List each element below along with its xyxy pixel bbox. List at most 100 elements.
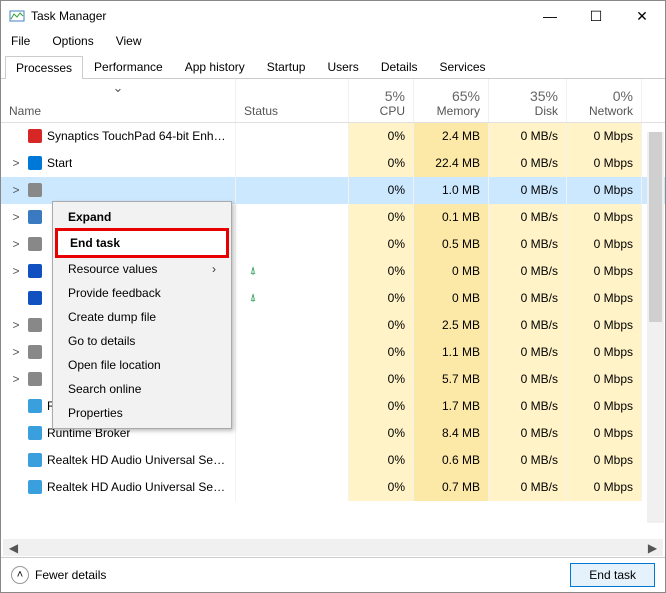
process-name: Realtek HD Audio Universal Serv... <box>47 480 227 494</box>
cell-cpu: 0% <box>349 393 414 420</box>
expand-icon[interactable]: > <box>9 156 23 170</box>
ctx-end-task[interactable]: End task <box>55 228 229 258</box>
cell-name: Realtek HD Audio Universal Serv... <box>1 447 236 474</box>
header-cpu[interactable]: 5% CPU <box>349 79 414 122</box>
cell-network: 0 Mbps <box>567 366 642 393</box>
cell-disk: 0 MB/s <box>489 231 567 258</box>
menu-file[interactable]: File <box>7 32 34 50</box>
cell-network: 0 Mbps <box>567 447 642 474</box>
cell-status <box>236 474 349 501</box>
ctx-go-to-details[interactable]: Go to details <box>56 329 228 353</box>
vertical-scrollbar[interactable] <box>647 132 664 523</box>
cell-cpu: 0% <box>349 312 414 339</box>
title-bar: Task Manager — ☐ ✕ <box>1 1 665 31</box>
header-name[interactable]: ⌄ Name <box>1 79 236 122</box>
process-icon <box>27 209 43 225</box>
process-row[interactable]: Realtek HD Audio Universal Serv...0%0.6 … <box>1 447 665 474</box>
cell-network: 0 Mbps <box>567 312 642 339</box>
cell-memory: 22.4 MB <box>414 150 489 177</box>
cell-disk: 0 MB/s <box>489 285 567 312</box>
scrollbar-thumb[interactable] <box>649 132 662 322</box>
menu-view[interactable]: View <box>112 32 146 50</box>
cell-cpu: 0% <box>349 231 414 258</box>
ctx-resource-values[interactable]: Resource values› <box>56 257 228 281</box>
cell-disk: 0 MB/s <box>489 366 567 393</box>
tab-details[interactable]: Details <box>370 55 429 78</box>
process-icon <box>27 155 43 171</box>
ctx-properties[interactable]: Properties <box>56 401 228 425</box>
ctx-provide-feedback[interactable]: Provide feedback <box>56 281 228 305</box>
cell-status <box>236 312 349 339</box>
fewer-details-toggle[interactable]: ˄ Fewer details <box>11 566 106 584</box>
cell-cpu: 0% <box>349 366 414 393</box>
cell-name: Synaptics TouchPad 64-bit Enha... <box>1 123 236 150</box>
tab-services[interactable]: Services <box>429 55 497 78</box>
cell-status <box>236 447 349 474</box>
expand-icon[interactable]: > <box>9 264 23 278</box>
cell-status <box>236 150 349 177</box>
process-row[interactable]: >Start0%22.4 MB0 MB/s0 Mbps <box>1 150 665 177</box>
cell-name: >Start <box>1 150 236 177</box>
tab-app-history[interactable]: App history <box>174 55 256 78</box>
tab-performance[interactable]: Performance <box>83 55 174 78</box>
menu-options[interactable]: Options <box>48 32 97 50</box>
cell-cpu: 0% <box>349 474 414 501</box>
cell-memory: 8.4 MB <box>414 420 489 447</box>
cell-network: 0 Mbps <box>567 150 642 177</box>
header-memory[interactable]: 65% Memory <box>414 79 489 122</box>
cell-name: > <box>1 177 236 204</box>
cell-memory: 0 MB <box>414 285 489 312</box>
maximize-button[interactable]: ☐ <box>573 1 619 31</box>
ctx-create-dump[interactable]: Create dump file <box>56 305 228 329</box>
process-icon <box>27 398 43 414</box>
tab-users[interactable]: Users <box>316 55 369 78</box>
tab-processes[interactable]: Processes <box>5 56 83 79</box>
expand-icon[interactable]: > <box>9 372 23 386</box>
cell-status: ⍋ <box>236 285 349 312</box>
cell-memory: 0 MB <box>414 258 489 285</box>
process-row[interactable]: >0%1.0 MB0 MB/s0 Mbps <box>1 177 665 204</box>
expand-icon[interactable]: > <box>9 345 23 359</box>
ctx-search-online[interactable]: Search online <box>56 377 228 401</box>
expand-icon[interactable]: > <box>9 237 23 251</box>
column-headers: ⌄ Name Status 5% CPU 65% Memory 35% Disk… <box>1 79 665 123</box>
horizontal-scrollbar[interactable]: ◀ ▶ <box>3 539 663 556</box>
cell-network: 0 Mbps <box>567 393 642 420</box>
cell-cpu: 0% <box>349 420 414 447</box>
cell-cpu: 0% <box>349 177 414 204</box>
cell-network: 0 Mbps <box>567 204 642 231</box>
cell-status <box>236 366 349 393</box>
cell-memory: 1.1 MB <box>414 339 489 366</box>
process-icon <box>27 236 43 252</box>
close-button[interactable]: ✕ <box>619 1 665 31</box>
process-icon <box>27 344 43 360</box>
process-row[interactable]: Realtek HD Audio Universal Serv...0%0.7 … <box>1 474 665 501</box>
tab-startup[interactable]: Startup <box>256 55 317 78</box>
cell-status <box>236 231 349 258</box>
cell-status <box>236 339 349 366</box>
header-status[interactable]: Status <box>236 79 349 122</box>
end-task-button[interactable]: End task <box>570 563 655 587</box>
cell-cpu: 0% <box>349 447 414 474</box>
cell-memory: 0.5 MB <box>414 231 489 258</box>
cell-disk: 0 MB/s <box>489 339 567 366</box>
cell-status <box>236 204 349 231</box>
process-row[interactable]: Synaptics TouchPad 64-bit Enha...0%2.4 M… <box>1 123 665 150</box>
minimize-button[interactable]: — <box>527 1 573 31</box>
process-icon <box>27 371 43 387</box>
cell-disk: 0 MB/s <box>489 393 567 420</box>
expand-icon[interactable]: > <box>9 318 23 332</box>
scroll-left-icon[interactable]: ◀ <box>5 539 22 556</box>
process-name: Synaptics TouchPad 64-bit Enha... <box>47 129 227 143</box>
cell-memory: 1.0 MB <box>414 177 489 204</box>
expand-icon[interactable]: > <box>9 183 23 197</box>
header-disk[interactable]: 35% Disk <box>489 79 567 122</box>
header-network[interactable]: 0% Network <box>567 79 642 122</box>
ctx-open-file-location[interactable]: Open file location <box>56 353 228 377</box>
footer-bar: ˄ Fewer details End task <box>1 557 665 592</box>
ctx-expand[interactable]: Expand <box>56 205 228 229</box>
expand-icon[interactable]: > <box>9 210 23 224</box>
scroll-right-icon[interactable]: ▶ <box>644 539 661 556</box>
submenu-arrow-icon: › <box>212 262 216 276</box>
cell-cpu: 0% <box>349 204 414 231</box>
